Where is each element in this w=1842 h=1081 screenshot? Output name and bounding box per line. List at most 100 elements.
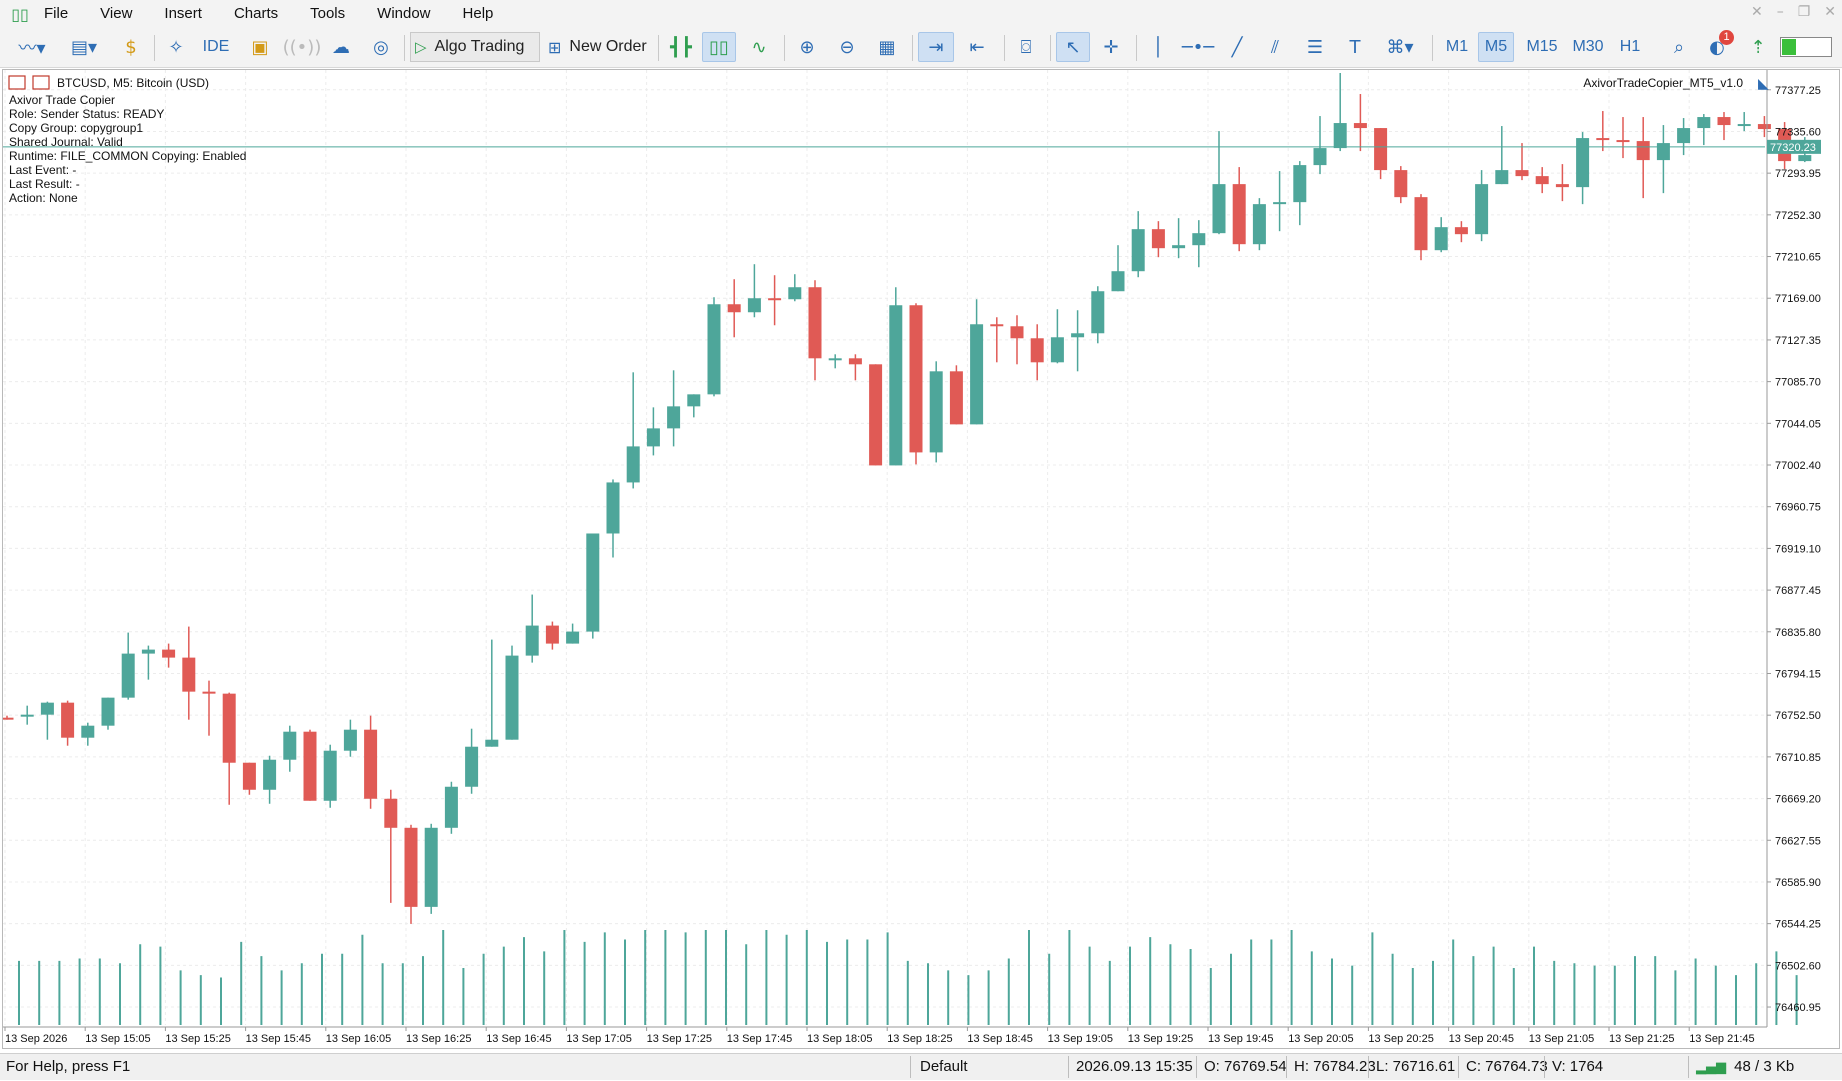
indicators-icon[interactable]: ▤▾ xyxy=(62,32,106,62)
cursor-icon[interactable]: ↖ xyxy=(1056,32,1090,62)
status-datetime: 2026.09.13 15:35 xyxy=(1076,1058,1193,1075)
price-chart[interactable]: 77377.25 77335.60 77293.95 77252.30 77210.65… xyxy=(3,70,1839,1048)
candle-body xyxy=(81,725,95,738)
candle xyxy=(545,621,559,650)
timeframe-m15[interactable]: M15 xyxy=(1520,32,1564,62)
grid-icon[interactable]: ▦ xyxy=(872,32,902,62)
shapes-icon[interactable]: ⌘▾ xyxy=(1378,32,1422,62)
candle-body xyxy=(1252,204,1266,245)
candle xyxy=(20,705,34,725)
autoscroll-icon[interactable]: ⇥ xyxy=(918,32,954,62)
app-logo-icon: ▯▯ xyxy=(11,4,29,24)
price-tick-label: 76460.95 xyxy=(1775,1002,1821,1014)
vertical-line-icon[interactable]: │ xyxy=(1144,32,1172,62)
restore-icon[interactable]: ❐ xyxy=(1798,4,1811,20)
candle xyxy=(566,623,580,644)
ea-hat-icon[interactable]: ◣ xyxy=(1758,76,1769,92)
candlestick-icon[interactable]: ▯▯ xyxy=(702,32,736,62)
alerts-icon[interactable]: ◐ 1 xyxy=(1700,30,1734,62)
menu-window[interactable]: Window xyxy=(361,0,446,28)
menu-file[interactable]: File xyxy=(38,0,84,28)
timeframe-m5[interactable]: M5 xyxy=(1478,32,1514,62)
market-dollar-icon[interactable]: $ xyxy=(118,32,144,62)
window-controls: ✕ – ❐ ✕ xyxy=(1751,4,1836,20)
candle xyxy=(525,594,539,663)
chart-list-icon[interactable] xyxy=(8,75,26,90)
candle xyxy=(1616,117,1630,159)
candle xyxy=(384,789,398,903)
candle-body xyxy=(202,691,216,694)
vps-icon[interactable]: ◎ xyxy=(366,32,396,62)
line-chart-icon[interactable]: ∿ xyxy=(744,32,774,62)
menu-insert[interactable]: Insert xyxy=(148,0,218,28)
candle xyxy=(1313,116,1327,175)
candle xyxy=(121,632,135,700)
candle xyxy=(323,744,337,808)
signal-level-icon[interactable]: ⇡ xyxy=(1744,32,1772,62)
chart-window-icon[interactable] xyxy=(32,75,50,90)
sparkle-icon[interactable]: ✧ xyxy=(162,32,190,62)
candle xyxy=(1636,117,1650,199)
fibonacci-icon[interactable]: ☰ xyxy=(1300,32,1330,62)
signals-icon[interactable]: ((•)) xyxy=(283,32,322,62)
trendline-icon[interactable]: ╱ xyxy=(1222,32,1252,62)
algo-trading-label: Algo Trading xyxy=(434,38,525,55)
candle xyxy=(283,725,297,772)
price-tick-label: 76919.10 xyxy=(1775,543,1821,555)
ea-name-label: AxivorTradeCopier_MT5_v1.0 xyxy=(1583,76,1743,90)
chart-window[interactable]: 77377.25 77335.60 77293.95 77252.30 77210.65… xyxy=(2,69,1840,1049)
info-last-event: Last Event: - xyxy=(9,163,76,177)
bar-chart-icon[interactable]: ┫┣ xyxy=(666,32,696,62)
price-tick-label: 77002.40 xyxy=(1775,460,1821,472)
candle-body xyxy=(828,358,842,361)
zoom-in-icon[interactable]: ⊕ xyxy=(792,32,822,62)
time-tick-label: 13 Sep 21:25 xyxy=(1609,1033,1674,1045)
minimize-icon[interactable]: – xyxy=(1777,4,1784,20)
candle xyxy=(364,715,378,809)
chart-type-line-icon[interactable]: 〰▾ xyxy=(10,32,54,62)
ide-button[interactable]: IDE xyxy=(198,32,234,62)
screenshot-icon[interactable]: ⌼ xyxy=(1010,32,1042,62)
candle-body xyxy=(1757,124,1771,130)
market-bag-icon[interactable]: ▣ xyxy=(246,32,274,62)
price-tick-label: 76502.60 xyxy=(1775,960,1821,972)
horizontal-line-icon[interactable]: ─•─ xyxy=(1182,32,1214,62)
candle-body xyxy=(222,693,236,763)
price-tick-label: 77169.00 xyxy=(1775,293,1821,305)
new-order-button[interactable]: ⊞ New Order xyxy=(546,32,648,62)
timeframe-m1[interactable]: M1 xyxy=(1440,32,1474,62)
candle-body xyxy=(1273,202,1287,205)
timeframe-m30[interactable]: M30 xyxy=(1566,32,1610,62)
text-tool-icon[interactable]: T xyxy=(1340,32,1370,62)
candle-body xyxy=(1151,229,1165,249)
menu-help[interactable]: Help xyxy=(447,0,510,28)
close-chart-icon[interactable]: ✕ xyxy=(1751,4,1763,20)
chart-shift-icon[interactable]: ⇤ xyxy=(960,32,994,62)
crosshair-icon[interactable]: ✛ xyxy=(1096,32,1126,62)
candle-body xyxy=(40,702,54,715)
candle-body xyxy=(929,371,943,453)
timeframe-h1[interactable]: H1 xyxy=(1612,32,1648,62)
candle-body xyxy=(768,298,782,301)
algo-trading-button[interactable]: ▷ Algo Trading xyxy=(410,32,540,62)
zoom-out-icon[interactable]: ⊖ xyxy=(832,32,862,62)
toolbar: 〰▾ ▤▾ $ ✧ IDE ▣ ((•)) ☁ ◎ ▷ Algo Trading… xyxy=(0,28,1842,68)
status-connection[interactable]: ▂▄▆ 48 / 3 Kb xyxy=(1690,1054,1840,1080)
status-profile[interactable]: Default xyxy=(912,1054,1072,1080)
menu-view[interactable]: View xyxy=(84,0,148,28)
candle-body xyxy=(1111,271,1125,292)
candle xyxy=(1576,132,1590,205)
menu-tools[interactable]: Tools xyxy=(294,0,361,28)
candle-body xyxy=(1434,227,1448,251)
menu-charts[interactable]: Charts xyxy=(218,0,294,28)
candle-body xyxy=(1616,140,1630,143)
candle xyxy=(1535,167,1549,194)
price-tick-label: 77127.35 xyxy=(1775,335,1821,347)
close-icon[interactable]: ✕ xyxy=(1824,4,1836,20)
channel-icon[interactable]: ⫽ xyxy=(1260,32,1290,62)
cloud-icon[interactable]: ☁ xyxy=(326,32,356,62)
candle-body xyxy=(1636,141,1650,161)
candle xyxy=(465,728,479,794)
search-icon[interactable]: ⌕ xyxy=(1664,32,1694,62)
candle xyxy=(303,729,317,801)
